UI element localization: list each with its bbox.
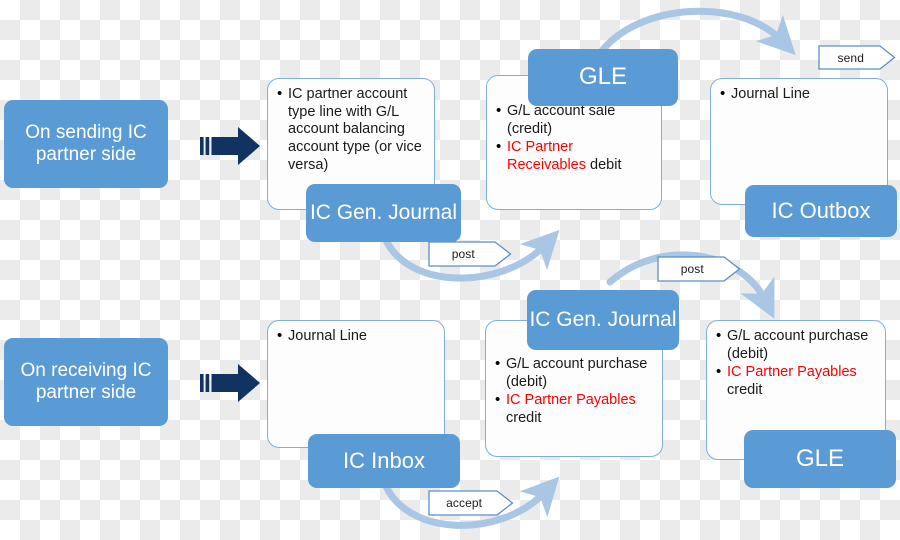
bullet-gl-account-sale: G/L account sale (credit) xyxy=(496,102,653,138)
header-ic-gen-journal-bottom-text: IC Gen. Journal xyxy=(529,307,677,331)
header-gle-top: GLE xyxy=(528,49,678,106)
curve-gle-to-outbox xyxy=(597,7,796,56)
flow-arrow-sending xyxy=(200,127,260,165)
bullet-journal-line-inbox: Journal Line xyxy=(277,327,436,346)
tag-send: send xyxy=(818,45,896,70)
header-ic-inbox: IC Inbox xyxy=(308,434,460,488)
bullet-ic-partner-payables-journal: IC Partner Payables credit xyxy=(495,391,654,427)
bullet-gl-account-purchase-gle: G/L account purchase (debit) xyxy=(716,327,877,363)
bullet-ic-partner-account-type: IC partner account type line with G/L ac… xyxy=(277,85,426,174)
header-ic-gen-journal-top-text: IC Gen. Journal xyxy=(309,200,458,224)
tag-post-top: post xyxy=(428,241,512,267)
diagram-canvas: On sending IC partner side IC partner ac… xyxy=(0,0,900,540)
tag-post-bottom-text: post xyxy=(680,262,704,276)
header-gle-top-text: GLE xyxy=(578,63,628,91)
header-ic-gen-journal-bottom: IC Gen. Journal xyxy=(527,290,679,350)
header-gle-bottom: GLE xyxy=(744,430,896,488)
header-ic-outbox-text: IC Outbox xyxy=(771,198,871,224)
bullet-gl-account-purchase-journal: G/L account purchase (debit) xyxy=(495,355,654,391)
tag-accept-text: accept xyxy=(446,496,483,510)
tag-accept: accept xyxy=(428,490,514,516)
header-gle-bottom-text: GLE xyxy=(795,444,845,472)
card-ic-inbox: Journal Line xyxy=(267,320,445,448)
side-label-sending-text: On sending IC partner side xyxy=(25,121,147,165)
tag-post-bottom: post xyxy=(657,256,741,282)
tag-post-top-text: post xyxy=(451,247,475,261)
header-ic-gen-journal-top: IC Gen. Journal xyxy=(306,184,461,242)
side-label-receiving: On receiving IC partner side xyxy=(4,338,168,426)
header-ic-outbox: IC Outbox xyxy=(745,185,897,237)
side-label-receiving-text: On receiving IC partner side xyxy=(20,359,152,403)
header-ic-inbox-text: IC Inbox xyxy=(343,448,425,474)
bullet-journal-line-outbox: Journal Line xyxy=(720,85,879,104)
tag-send-text: send xyxy=(837,50,864,65)
bullet-ic-partner-receivables: IC Partner Receivables debit xyxy=(496,138,653,174)
side-label-sending: On sending IC partner side xyxy=(4,100,168,188)
flow-arrow-receiving xyxy=(200,364,260,402)
bullet-ic-partner-payables-gle: IC Partner Payables credit xyxy=(716,363,877,399)
